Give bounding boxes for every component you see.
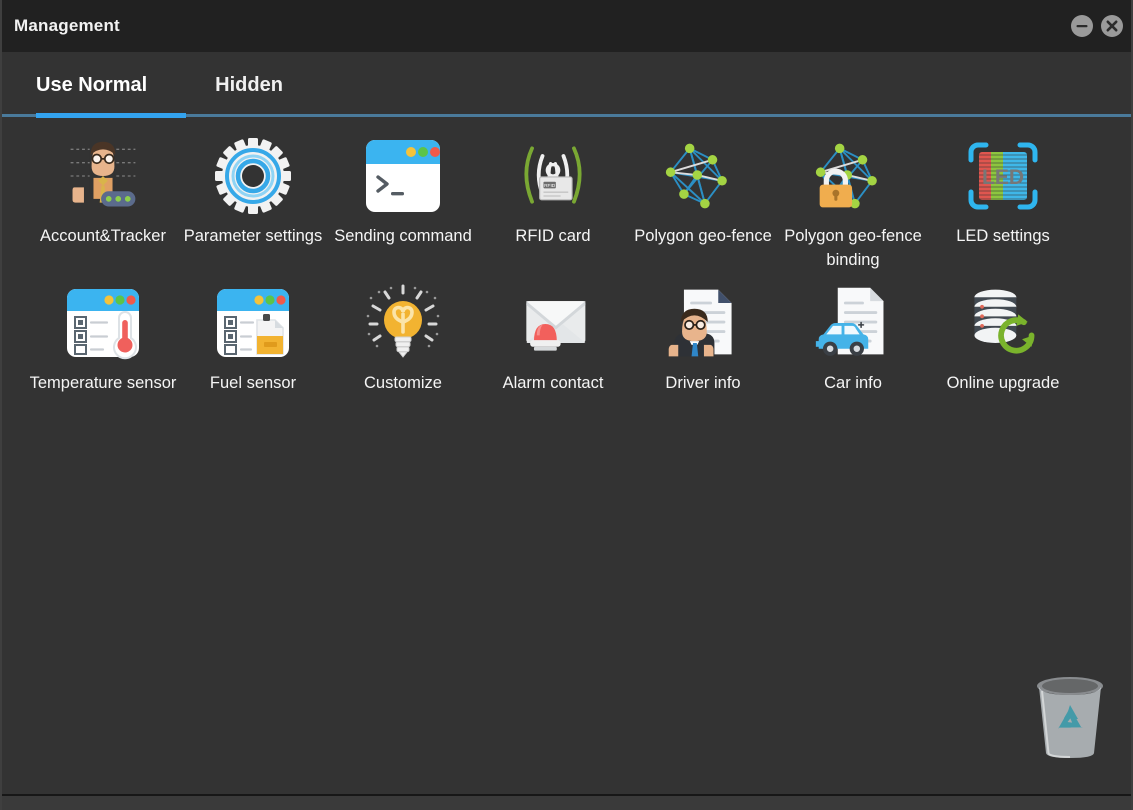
fuel-can-window-icon [213, 283, 293, 363]
window-title: Management [14, 16, 120, 35]
gear-icon [213, 136, 293, 216]
terminal-window-icon [363, 136, 443, 216]
module-label: Online upgrade [946, 373, 1060, 392]
window-edge-left [0, 0, 2, 810]
module-driver-info[interactable]: Driver info [628, 283, 778, 396]
close-button[interactable] [1101, 15, 1123, 37]
module-label: Fuel sensor [209, 373, 297, 392]
content-area: Account&Tracker Parameter settings Sendi… [0, 118, 1133, 801]
module-label: Temperature sensor [29, 373, 177, 392]
module-polygon-geofence-binding[interactable]: Polygon geo-fence binding [778, 136, 928, 273]
module-rfid-card[interactable]: RFID RFID card [478, 136, 628, 273]
module-fuel-sensor[interactable]: Fuel sensor [178, 283, 328, 396]
module-customize[interactable]: Customize [328, 283, 478, 396]
module-label: Polygon geo-fence binding [784, 227, 922, 269]
polygon-geofence-lock-icon [813, 136, 893, 216]
polygon-geofence-icon [663, 136, 743, 216]
svg-text:RFID: RFID [544, 183, 556, 189]
window-controls [1071, 15, 1123, 37]
bottom-strip [0, 796, 1133, 810]
car-document-icon [813, 283, 893, 363]
module-label: Sending command [334, 227, 472, 245]
database-refresh-icon [963, 283, 1043, 363]
module-temperature-sensor[interactable]: Temperature sensor [28, 283, 178, 396]
module-account-tracker[interactable]: Account&Tracker [28, 136, 178, 273]
management-window: Management Use Normal Hidden Account&Tra… [0, 0, 1133, 810]
module-label: RFID card [515, 227, 591, 245]
module-label: Car info [824, 373, 882, 392]
minimize-icon [1076, 25, 1088, 28]
tab-use-normal[interactable]: Use Normal [36, 74, 147, 113]
rfid-card-icon: RFID [513, 136, 593, 216]
module-alarm-contact[interactable]: Alarm contact [478, 283, 628, 396]
module-label: Polygon geo-fence [634, 227, 772, 245]
module-led-settings[interactable]: LED LED settings [928, 136, 1078, 273]
svg-text:LED: LED [982, 166, 1024, 189]
led-panel-icon: LED [963, 136, 1043, 216]
module-label: Driver info [665, 373, 741, 392]
module-label: Customize [364, 373, 442, 392]
module-label: Alarm contact [502, 373, 604, 392]
envelope-alarm-icon [513, 283, 593, 363]
driver-document-icon [663, 283, 743, 363]
account-tracker-icon [63, 136, 143, 216]
module-label: LED settings [956, 227, 1050, 245]
module-polygon-geofence[interactable]: Polygon geo-fence [628, 136, 778, 273]
title-bar: Management [0, 0, 1133, 52]
thermometer-window-icon [63, 283, 143, 363]
close-icon [1106, 20, 1118, 32]
tab-hidden[interactable]: Hidden [215, 74, 283, 113]
tab-bar: Use Normal Hidden [0, 52, 1133, 113]
lightbulb-icon [363, 283, 443, 363]
module-grid: Account&Tracker Parameter settings Sendi… [0, 126, 1133, 396]
module-label: Account&Tracker [40, 227, 166, 245]
module-label: Parameter settings [183, 227, 323, 245]
module-parameter-settings[interactable]: Parameter settings [178, 136, 328, 273]
module-sending-command[interactable]: Sending command [328, 136, 478, 273]
module-online-upgrade[interactable]: Online upgrade [928, 283, 1078, 396]
recycle-bin-icon[interactable] [1029, 673, 1111, 763]
minimize-button[interactable] [1071, 15, 1093, 37]
module-car-info[interactable]: Car info [778, 283, 928, 396]
